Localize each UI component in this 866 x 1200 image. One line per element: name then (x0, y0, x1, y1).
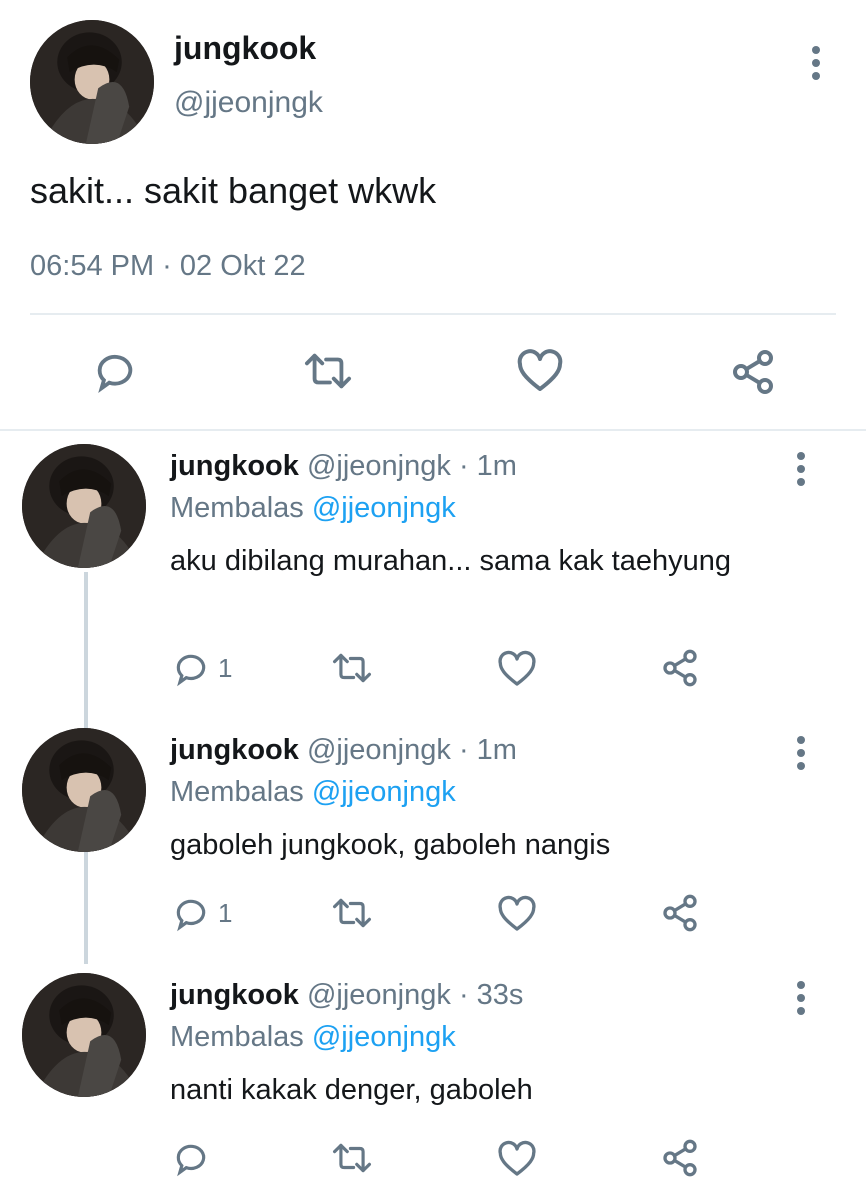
reply-icon[interactable] (92, 348, 138, 394)
retweet-icon[interactable] (330, 649, 374, 687)
avatar-photo (22, 444, 146, 568)
replying-to-line: Membalas @jjeonjngk (170, 1021, 456, 1054)
avatar-photo (22, 973, 146, 1097)
reply-more-options-icon[interactable] (796, 452, 806, 491)
share-icon[interactable] (660, 1138, 700, 1178)
reply-author-name[interactable]: jungkook (170, 734, 299, 766)
section-divider (0, 429, 866, 431)
reply-more-options-icon[interactable] (796, 736, 806, 775)
retweet-icon[interactable] (302, 348, 354, 394)
main-avatar[interactable] (30, 20, 154, 144)
avatar-photo (30, 20, 154, 144)
replying-to-line: Membalas @jjeonjngk (170, 492, 456, 525)
main-author-handle[interactable]: @jjeonjngk (174, 86, 323, 120)
main-author-name[interactable]: jungkook (174, 30, 316, 67)
main-tweet-timestamp[interactable]: 06:54 PM · 02 Okt 22 (30, 250, 306, 283)
replying-to-mention[interactable]: @jjeonjngk (312, 492, 456, 524)
reply-icon[interactable] (172, 649, 210, 687)
main-more-options-icon[interactable] (811, 46, 821, 85)
replying-to-line: Membalas @jjeonjngk (170, 776, 456, 809)
replying-label: Membalas (170, 492, 304, 524)
replying-label: Membalas (170, 776, 304, 808)
reply-author-handle[interactable]: @jjeonjngk (307, 734, 451, 766)
replying-to-mention[interactable]: @jjeonjngk (312, 1021, 456, 1053)
replying-to-mention[interactable]: @jjeonjngk (312, 776, 456, 808)
reply-icon[interactable] (172, 894, 210, 932)
reply-separator: · (458, 734, 469, 766)
reply-header: jungkook @jjeonjngk · 1m (170, 450, 517, 483)
reply-avatar[interactable] (22, 728, 146, 852)
reply-header: jungkook @jjeonjngk · 1m (170, 734, 517, 767)
share-icon[interactable] (729, 348, 777, 396)
share-icon[interactable] (660, 648, 700, 688)
reply-text: gaboleh jungkook, gaboleh nangis (170, 829, 611, 861)
main-tweet-text: sakit... sakit banget wkwk (30, 170, 437, 211)
reply-author-handle[interactable]: @jjeonjngk (307, 450, 451, 482)
reply-time[interactable]: 33s (477, 979, 524, 1011)
reply-count: 1 (218, 653, 233, 683)
retweet-icon[interactable] (330, 1139, 374, 1177)
like-icon[interactable] (497, 650, 537, 688)
reply-more-options-icon[interactable] (796, 981, 806, 1020)
reply-author-name[interactable]: jungkook (170, 450, 299, 482)
retweet-icon[interactable] (330, 894, 374, 932)
reply-separator: · (458, 979, 469, 1011)
reply-avatar[interactable] (22, 973, 146, 1097)
reply-header: jungkook @jjeonjngk · 33s (170, 979, 523, 1012)
replying-label: Membalas (170, 1021, 304, 1053)
reply-text: aku dibilang murahan... sama kak taehyun… (170, 545, 732, 577)
reply-count: 1 (218, 898, 233, 928)
reply-avatar[interactable] (22, 444, 146, 568)
like-icon[interactable] (497, 1140, 537, 1178)
main-divider (30, 313, 836, 315)
reply-time[interactable]: 1m (477, 450, 517, 482)
reply-text: nanti kakak denger, gaboleh (170, 1074, 533, 1106)
reply-time[interactable]: 1m (477, 734, 517, 766)
reply-author-name[interactable]: jungkook (170, 979, 299, 1011)
reply-separator: · (458, 450, 469, 482)
reply-icon[interactable] (172, 1139, 210, 1177)
avatar-photo (22, 728, 146, 852)
like-icon[interactable] (516, 348, 564, 394)
like-icon[interactable] (497, 895, 537, 933)
reply-author-handle[interactable]: @jjeonjngk (307, 979, 451, 1011)
share-icon[interactable] (660, 893, 700, 933)
